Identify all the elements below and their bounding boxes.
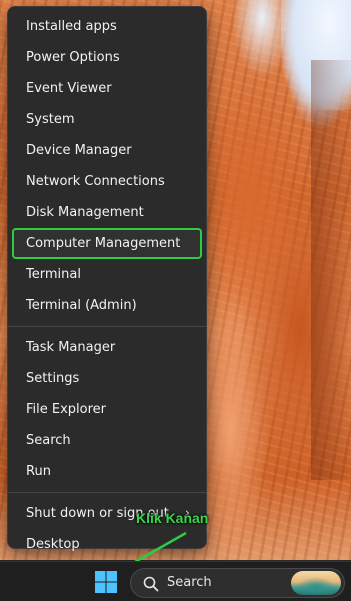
menu-item-event-viewer[interactable]: Event Viewer: [12, 73, 202, 104]
menu-item-task-manager[interactable]: Task Manager: [12, 332, 202, 363]
menu-item-network-connections[interactable]: Network Connections: [12, 166, 202, 197]
menu-item-device-manager[interactable]: Device Manager: [12, 135, 202, 166]
menu-item-file-explorer[interactable]: File Explorer: [12, 394, 202, 425]
winx-context-menu: Installed apps Power Options Event Viewe…: [7, 6, 207, 552]
search-highlight-thumbnail: [291, 571, 341, 595]
taskbar-search-box[interactable]: Search: [130, 568, 345, 598]
menu-item-settings[interactable]: Settings: [12, 363, 202, 394]
menu-separator: [8, 326, 206, 327]
menu-item-system[interactable]: System: [12, 104, 202, 135]
taskbar: Search: [0, 561, 351, 601]
annotation-label: Klik Kanan: [136, 510, 209, 526]
menu-separator: [8, 492, 206, 493]
menu-item-run[interactable]: Run: [12, 456, 202, 487]
menu-item-terminal-admin[interactable]: Terminal (Admin): [12, 290, 202, 321]
menu-item-power-options[interactable]: Power Options: [12, 42, 202, 73]
windows-logo-icon[interactable]: [94, 570, 118, 594]
menu-item-desktop[interactable]: Desktop: [12, 529, 202, 560]
menu-item-computer-management[interactable]: Computer Management: [12, 228, 202, 259]
menu-item-terminal[interactable]: Terminal: [12, 259, 202, 290]
search-label: Search: [167, 575, 212, 590]
menu-item-disk-management[interactable]: Disk Management: [12, 197, 202, 228]
wallpaper-shadow: [311, 60, 351, 480]
menu-item-installed-apps[interactable]: Installed apps: [12, 11, 202, 42]
search-icon: [143, 576, 159, 592]
menu-item-search[interactable]: Search: [12, 425, 202, 456]
